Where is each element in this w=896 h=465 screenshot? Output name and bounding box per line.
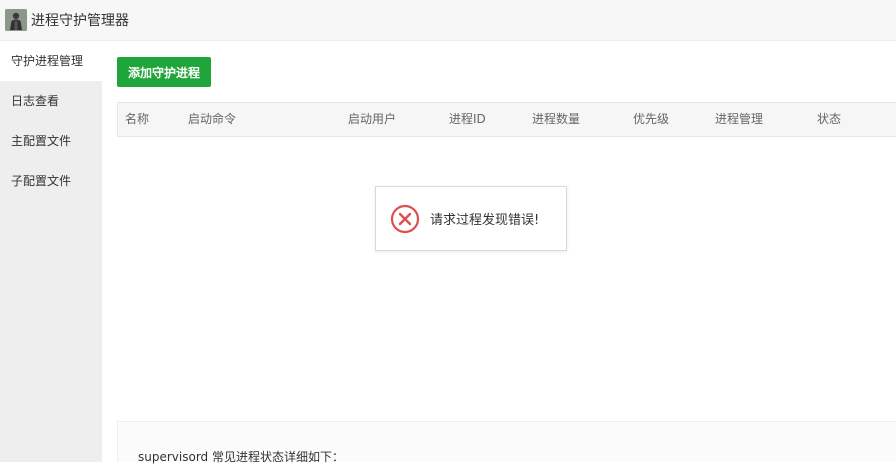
app-avatar-icon <box>5 9 27 31</box>
error-message: 请求过程发现错误! <box>430 213 540 228</box>
add-daemon-button[interactable]: 添加守护进程 <box>117 57 211 87</box>
process-table-header: 名称 启动命令 启动用户 进程ID 进程数量 优先级 进程管理 状态 <box>117 102 896 137</box>
sidebar-item-sub-config[interactable]: 子配置文件 <box>0 161 102 201</box>
column-header-process-management[interactable]: 进程管理 <box>715 103 763 136</box>
column-header-name[interactable]: 名称 <box>125 103 149 136</box>
status-info-heading: supervisord 常见进程状态详细如下： <box>138 450 344 464</box>
main-panel: 添加守护进程 名称 启动命令 启动用户 进程ID 进程数量 优先级 进程管理 状… <box>102 41 896 464</box>
column-header-priority[interactable]: 优先级 <box>633 103 669 136</box>
sidebar-item-log-view[interactable]: 日志查看 <box>0 81 102 121</box>
error-circle-icon <box>390 204 420 233</box>
title-bar: 进程守护管理器 <box>0 0 896 41</box>
sidebar: 守护进程管理 日志查看 主配置文件 子配置文件 <box>0 41 102 462</box>
column-header-process-count[interactable]: 进程数量 <box>532 103 580 136</box>
column-header-user[interactable]: 启动用户 <box>348 103 396 136</box>
column-header-pid[interactable]: 进程ID <box>449 103 486 136</box>
sidebar-item-daemon-management[interactable]: 守护进程管理 <box>0 41 102 81</box>
column-header-status[interactable]: 状态 <box>817 103 841 136</box>
app-title: 进程守护管理器 <box>31 13 129 29</box>
column-header-command[interactable]: 启动命令 <box>188 103 236 136</box>
status-info-box: supervisord 常见进程状态详细如下： <box>117 421 896 464</box>
error-toast: 请求过程发现错误! <box>375 186 567 251</box>
sidebar-item-main-config[interactable]: 主配置文件 <box>0 121 102 161</box>
